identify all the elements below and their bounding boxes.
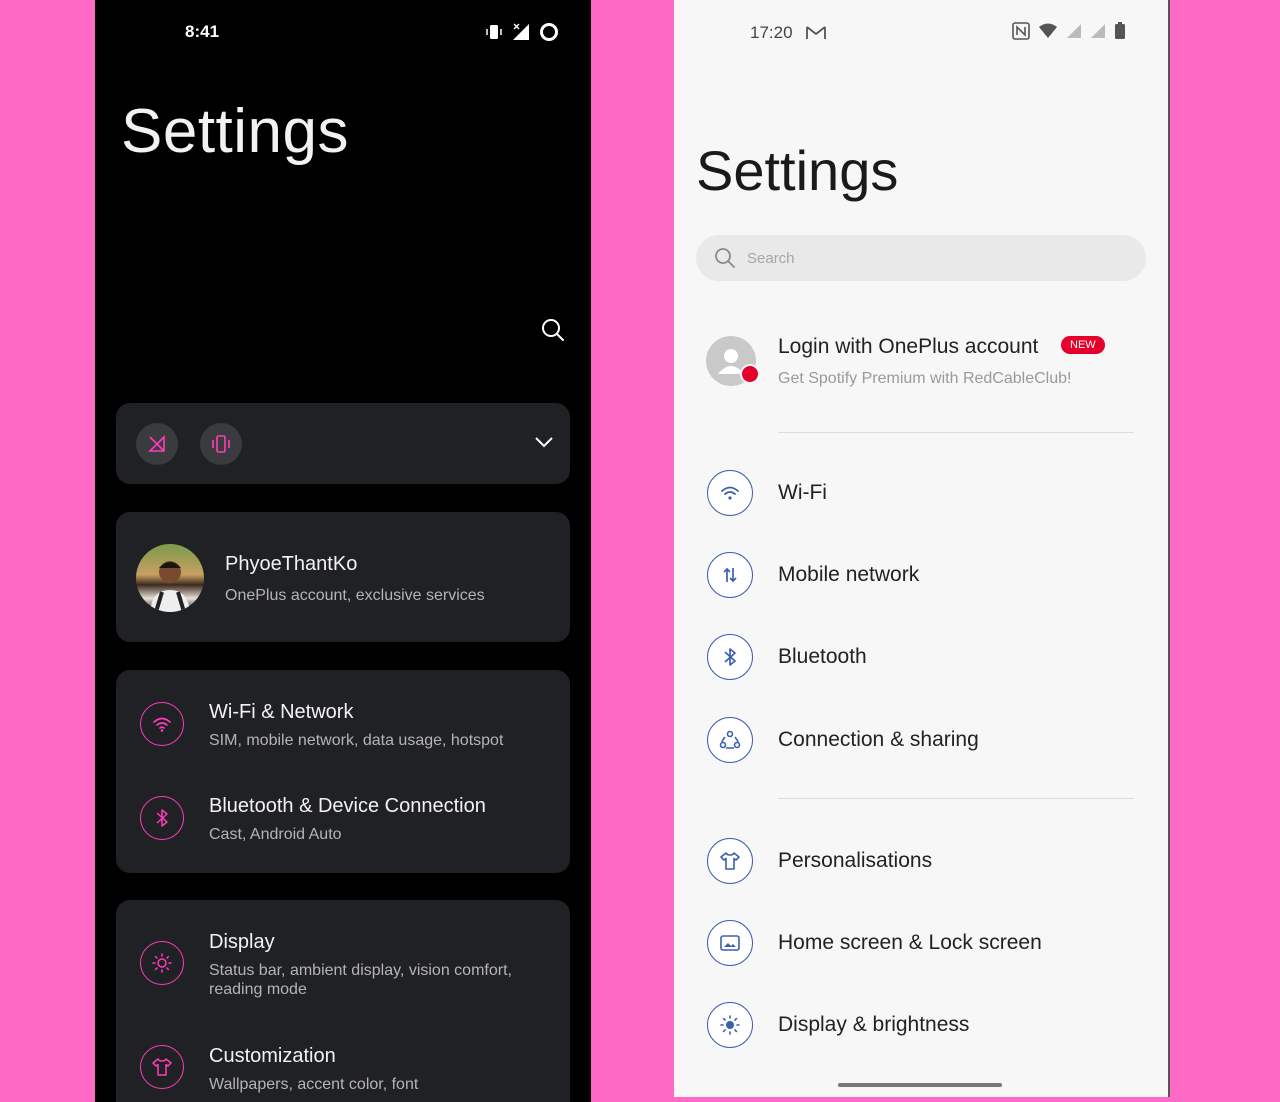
notification-dot [740,364,760,384]
vibrate-toggle-button[interactable] [200,423,242,465]
account-card[interactable]: PhyoeThantKo OnePlus account, exclusive … [116,512,570,642]
row-label: Bluetooth [778,645,867,668]
search-input[interactable]: Search [696,235,1146,281]
display-card: Display Status bar, ambient display, vis… [116,900,570,1102]
page-title: Settings [121,97,350,166]
row-subtitle: Cast, Android Auto [209,826,342,843]
status-icons [485,22,559,42]
wifi-icon [1039,23,1057,38]
bluetooth-icon [140,796,184,840]
battery-icon [1115,22,1125,39]
search-placeholder: Search [747,250,795,267]
shirt-icon [140,1045,184,1089]
search-icon[interactable] [541,318,565,342]
row-title: Customization [209,1045,336,1067]
row-label: Display & brightness [778,1013,970,1036]
mobile-data-off-icon [148,435,165,452]
row-label: Personalisations [778,849,933,872]
avatar [136,544,204,612]
quick-toggles-card [116,403,570,484]
mobile-network-icon [707,552,753,598]
account-subtitle: OnePlus account, exclusive services [225,587,485,604]
login-subtitle: Get Spotify Premium with RedCableClub! [778,370,1072,387]
dark-settings-screen: 8:41 Settings PhyoeThantKo OnePlus accou… [95,0,591,1102]
divider [778,798,1134,799]
avatar-portrait-icon [150,561,190,612]
status-icons [1012,22,1126,40]
signal-icon [1091,24,1105,38]
wifi-icon [140,702,184,746]
signal-icon [1067,24,1081,38]
row-title: Wi-Fi & Network [209,701,354,723]
light-settings-screen: 17:20 Settings Search Login with OnePlus… [674,0,1170,1097]
row-label: Connection & sharing [778,728,979,751]
home-indicator[interactable] [838,1083,1002,1087]
page-title: Settings [696,139,899,202]
avatar [706,336,760,386]
divider [778,432,1134,433]
login-title: Login with OnePlus account [778,335,1039,358]
status-time: 8:41 [185,22,220,41]
battery-ring-icon [540,23,558,41]
new-badge: NEW [1061,336,1105,354]
vibrate-icon [212,435,230,453]
row-title: Bluetooth & Device Connection [209,795,486,817]
row-title: Display [209,931,275,953]
brightness-icon [140,941,184,985]
row-label: Mobile network [778,563,920,586]
signal-no-service-icon [513,23,529,40]
wifi-icon [707,470,753,516]
connection-sharing-icon [707,717,753,763]
chevron-down-icon[interactable] [534,435,554,449]
bluetooth-icon [707,634,753,680]
vibrate-icon [486,25,502,39]
account-name: PhyoeThantKo [225,553,358,575]
home-screen-icon [707,920,753,966]
shirt-icon [707,838,753,884]
status-time: 17:20 [750,23,793,42]
search-icon [715,248,735,268]
row-label: Home screen & Lock screen [778,931,1042,954]
row-subtitle: Wallpapers, accent color, font [209,1076,419,1093]
brightness-icon [707,1002,753,1048]
row-subtitle: SIM, mobile network, data usage, hotspot [209,732,504,749]
gmail-icon [806,26,826,39]
row-subtitle: Status bar, ambient display, vision comf… [209,962,512,998]
network-card: Wi-Fi & Network SIM, mobile network, dat… [116,670,570,873]
row-label: Wi-Fi [778,481,827,504]
nfc-icon [1012,22,1030,40]
mobile-data-off-button[interactable] [136,423,178,465]
